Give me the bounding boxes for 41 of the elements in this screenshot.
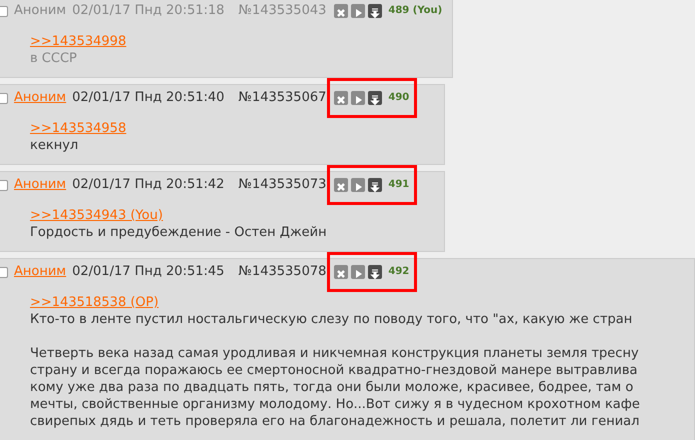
author-name[interactable]: Аноним [14,1,66,21]
post-text: Гордость и предубеждение - Остен Джейн [30,224,328,241]
post-index: 491 [388,178,410,192]
reply-link[interactable]: >>143518538 (OP) [30,294,159,311]
post-date: 02/01/17 Пнд 20:51:40 [72,89,224,107]
post-number[interactable]: №143535073 [238,175,326,195]
hide-icon[interactable] [334,4,348,18]
hide-icon[interactable] [334,265,348,279]
download-icon[interactable] [368,265,382,279]
post-checkbox[interactable] [0,266,8,278]
post-date: 02/01/17 Пнд 20:51:45 [72,263,224,281]
post-text: Кто-то в ленте пустил ностальгическую слезу по поводу того, что "ах, какую же стран [30,311,634,328]
download-icon[interactable] [368,4,382,18]
post-checkbox[interactable] [0,6,8,16]
post-number[interactable]: №143535078 [238,262,326,282]
post-index: 492 [388,265,410,279]
post-checkbox[interactable] [0,92,8,104]
post-date: 02/01/17 Пнд 20:51:18 [72,2,224,20]
post-text: в СССР [30,50,78,67]
post-date: 02/01/17 Пнд 20:51:42 [72,176,224,194]
reply-link[interactable]: >>143534958 [30,120,126,137]
post-text: страну и всегда поражаюсь ее смертоносной квадратно-гнездовой манере вытравлива [30,362,638,379]
reply-link[interactable]: >>143534943 (You) [30,207,163,224]
author-name[interactable]: Аноним [14,262,66,282]
post-text: Четверть века назад самая уродливая и никчемная конструкция планеты земля тресну [30,345,640,362]
author-name[interactable]: Аноним [14,175,66,195]
post-index: 489 (You) [388,4,442,18]
post-text: кекнул [30,137,80,154]
author-name[interactable]: Аноним [14,88,66,108]
post-checkbox[interactable] [0,180,8,190]
hide-icon[interactable] [334,91,348,105]
download-icon[interactable] [368,178,382,192]
post-text: свирепых дядь и теть проверяла его на благонадежность и решала, полетит ли гениал [30,413,640,430]
post-number[interactable]: №143535067 [238,88,326,108]
download-icon[interactable] [368,91,382,105]
post-index: 490 [388,91,410,105]
post-number[interactable]: №143535043 [238,1,326,21]
post-text: мечты, свойственные организму молодому. Но...Вот сижу я в чудесном крохотном кафе [30,396,641,413]
reply-link[interactable]: >>143534998 [30,33,126,50]
post-text: кому уже два раза по двадцать пять, тогда они были моложе, красивее, бодрее, там о [30,379,634,396]
hide-icon[interactable] [334,178,348,192]
